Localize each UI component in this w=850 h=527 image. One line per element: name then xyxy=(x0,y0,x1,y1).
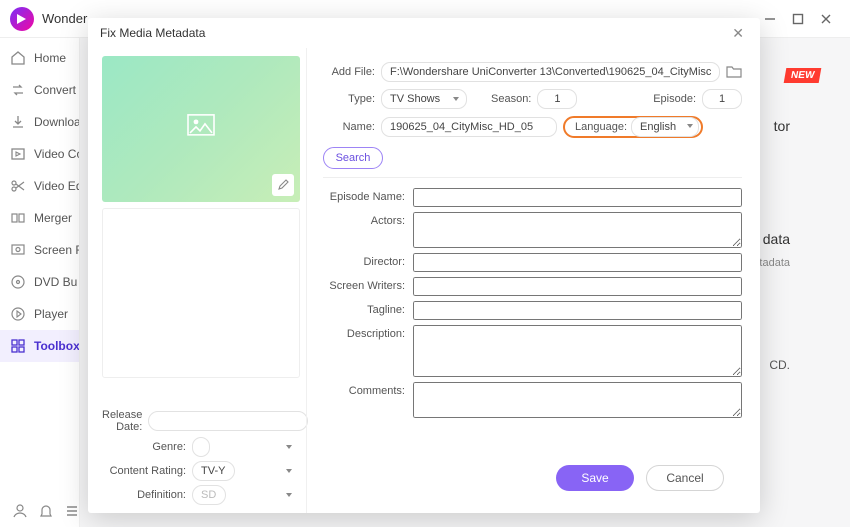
episode-name-label: Episode Name: xyxy=(323,188,405,203)
save-button[interactable]: Save xyxy=(556,465,634,491)
comments-label: Comments: xyxy=(323,382,405,397)
tagline-label: Tagline: xyxy=(323,301,405,316)
add-file-label: Add File: xyxy=(323,66,375,78)
content-rating-select[interactable]: TV-Y xyxy=(192,461,235,481)
thumbnail xyxy=(102,56,300,202)
genre-select[interactable] xyxy=(192,437,210,457)
folder-icon[interactable] xyxy=(726,64,742,81)
episode-name-input[interactable] xyxy=(413,188,742,207)
description-label: Description: xyxy=(323,325,405,340)
modal-title: Fix Media Metadata xyxy=(100,26,728,40)
search-button[interactable]: Search xyxy=(323,147,383,169)
results-list[interactable] xyxy=(102,208,300,378)
cancel-button[interactable]: Cancel xyxy=(646,465,724,491)
release-date-input[interactable] xyxy=(148,411,308,431)
content-rating-label: Content Rating: xyxy=(102,465,186,477)
episode-label: Episode: xyxy=(653,93,696,105)
tagline-input[interactable] xyxy=(413,301,742,320)
season-input[interactable] xyxy=(537,89,577,109)
director-input[interactable] xyxy=(413,253,742,272)
language-select[interactable]: English xyxy=(631,117,699,137)
edit-thumbnail-button[interactable] xyxy=(272,174,294,196)
definition-label: Definition: xyxy=(102,489,186,501)
definition-select[interactable]: SD xyxy=(192,485,226,505)
fix-metadata-modal: Fix Media Metadata ✕ Release Date: Genre… xyxy=(88,18,760,513)
screen-writers-label: Screen Writers: xyxy=(323,277,405,292)
actors-label: Actors: xyxy=(323,212,405,227)
name-label: Name: xyxy=(323,121,375,133)
language-label: Language: xyxy=(575,121,627,133)
episode-input[interactable] xyxy=(702,89,742,109)
language-highlight: Language: English xyxy=(563,116,703,138)
description-input[interactable] xyxy=(413,325,742,377)
actors-input[interactable] xyxy=(413,212,742,248)
name-input[interactable] xyxy=(381,117,557,137)
close-icon[interactable]: ✕ xyxy=(728,23,748,44)
genre-label: Genre: xyxy=(102,441,186,453)
image-placeholder-icon xyxy=(187,114,215,141)
type-label: Type: xyxy=(323,93,375,105)
screen-writers-input[interactable] xyxy=(413,277,742,296)
release-date-label: Release Date: xyxy=(102,409,142,433)
comments-input[interactable] xyxy=(413,382,742,418)
add-file-input[interactable] xyxy=(381,62,720,82)
season-label: Season: xyxy=(491,93,531,105)
type-select[interactable]: TV Shows xyxy=(381,89,467,109)
director-label: Director: xyxy=(323,253,405,268)
